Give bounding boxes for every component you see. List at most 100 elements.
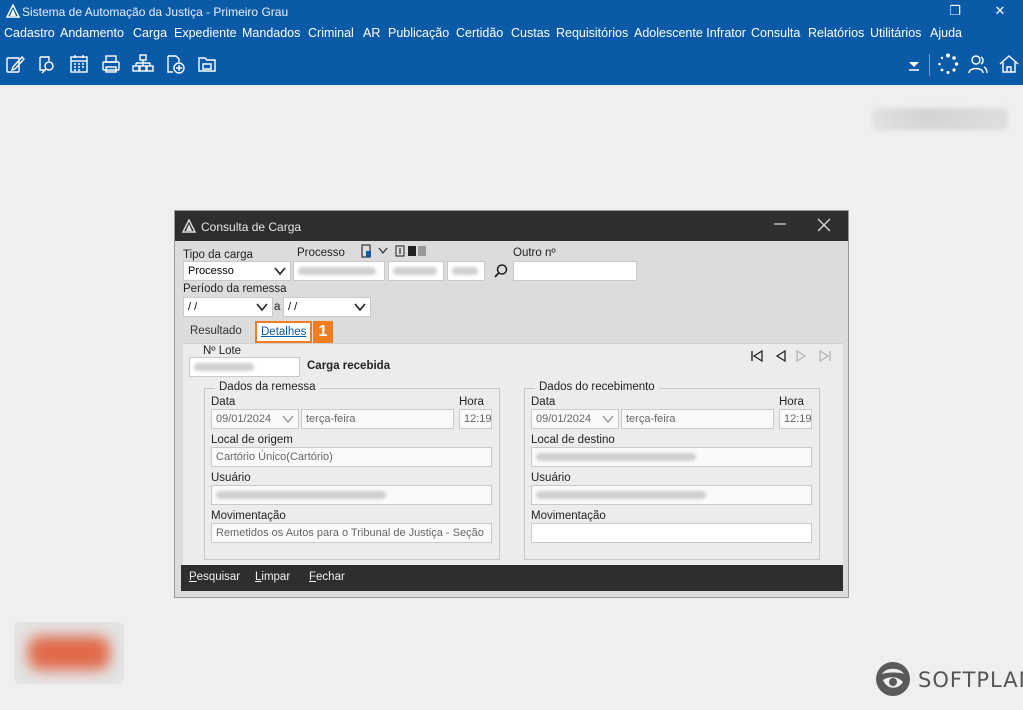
menu-item-ar[interactable]: AR: [363, 26, 380, 40]
app-logo-icon: [6, 4, 20, 18]
local-origem-label: Local de origem: [211, 434, 293, 446]
date-to-field[interactable]: / /: [283, 297, 371, 317]
menu-item-requisitorios[interactable]: Requisitórios: [556, 26, 628, 40]
processo-label: Processo: [297, 247, 345, 259]
menu-item-consulta[interactable]: Consulta: [751, 26, 800, 40]
menu-item-ajuda[interactable]: Ajuda: [930, 26, 962, 40]
recebimento-time-field: 12:19: [779, 409, 812, 429]
remessa-date-value: 09/01/2024: [216, 413, 272, 425]
processo-numero-field[interactable]: [293, 261, 385, 281]
pesquisar-label: esquisar: [196, 571, 241, 583]
remessa-movimentacao-label: Movimentação: [211, 510, 286, 522]
calendar-icon[interactable]: [68, 53, 90, 75]
tab-resultado[interactable]: Resultado: [190, 325, 242, 337]
remessa-date-field[interactable]: 09/01/2024: [211, 409, 299, 429]
processo-digito-field[interactable]: [388, 261, 444, 281]
menu-item-adolescente-infrator[interactable]: Adolescente Infrator: [634, 26, 746, 40]
chevron-down-icon: [282, 415, 294, 424]
local-origem-field: Cartório Único(Cartório): [211, 447, 492, 467]
menu-bar: Cadastro Andamento Carga Expediente Mand…: [0, 24, 1023, 44]
menu-item-carga[interactable]: Carga: [133, 26, 167, 40]
local-origem-value: Cartório Único(Cartório): [216, 451, 333, 463]
printer-icon[interactable]: [100, 53, 122, 75]
dialog-title-bar: Consulta de Carga: [175, 211, 848, 241]
lote-field[interactable]: [189, 357, 300, 377]
tipo-carga-select[interactable]: Processo: [183, 261, 291, 281]
date-from-field[interactable]: / /: [183, 297, 273, 317]
softplan-logo-icon: [876, 662, 910, 696]
recebimento-weekday-field: terça-feira: [621, 409, 774, 429]
outro-numero-field[interactable]: [513, 261, 637, 281]
next-record-icon[interactable]: [794, 349, 808, 363]
remessa-weekday-field: terça-feira: [301, 409, 454, 429]
lote-label: Nº Lote: [203, 345, 242, 357]
remessa-movimentacao-field: Remetidos os Autos para o Tribunal de Ju…: [211, 523, 492, 543]
carga-status: Carga recebida: [307, 360, 391, 372]
detalhes-panel: Nº Lote Carga recebida Dados da remessa …: [183, 343, 843, 565]
folder-icon[interactable]: [196, 53, 218, 75]
dialog-title: Consulta de Carga: [201, 220, 302, 234]
close-dialog-icon[interactable]: [817, 218, 831, 232]
menu-item-cadastro[interactable]: Cadastro: [4, 26, 55, 40]
previous-record-icon[interactable]: [774, 349, 788, 363]
redacted-user-info: [872, 108, 1008, 130]
menu-item-publicacao[interactable]: Publicação: [388, 26, 449, 40]
fechar-button[interactable]: Fechar: [309, 571, 345, 583]
remessa-weekday-value: terça-feira: [306, 413, 356, 425]
tab-detalhes[interactable]: Detalhes: [255, 321, 313, 343]
remessa-title: Dados da remessa: [215, 381, 320, 393]
loading-spinner-icon[interactable]: [937, 53, 959, 75]
pesquisar-mnemonic: P: [189, 571, 197, 583]
first-record-icon[interactable]: [750, 349, 764, 363]
recebimento-hora-label: Hora: [779, 396, 804, 408]
processo-ano-field[interactable]: [447, 261, 485, 281]
restore-window-button[interactable]: ❐: [932, 0, 978, 24]
recebimento-usuario-field: [531, 485, 812, 505]
numbering-format-icon[interactable]: [395, 245, 427, 257]
menu-item-andamento[interactable]: Andamento: [60, 26, 124, 40]
home-icon[interactable]: [998, 53, 1020, 75]
search-icon[interactable]: [493, 263, 509, 279]
remessa-movimentacao-value: Remetidos os Autos para o Tribunal de Ju…: [216, 527, 484, 539]
recebimento-movimentacao-field: [531, 523, 812, 543]
menu-item-expediente[interactable]: Expediente: [174, 26, 237, 40]
limpar-button[interactable]: Limpar: [255, 571, 290, 583]
recebimento-title: Dados do recebimento: [535, 381, 659, 393]
app-title: Sistema de Automação da Justiça - Primei…: [22, 5, 289, 19]
last-record-icon[interactable]: [818, 349, 832, 363]
menu-item-certidao[interactable]: Certidão: [456, 26, 503, 40]
remessa-data-label: Data: [211, 396, 236, 408]
users-icon[interactable]: [967, 53, 989, 75]
chevron-down-icon[interactable]: [378, 247, 388, 255]
remessa-usuario-field: [211, 485, 492, 505]
remessa-time-field: 12:19: [459, 409, 492, 429]
menu-item-custas[interactable]: Custas: [511, 26, 550, 40]
limpar-label: impar: [261, 571, 291, 583]
minimize-icon[interactable]: [773, 217, 787, 231]
remessa-usuario-label: Usuário: [211, 472, 251, 484]
edit-icon[interactable]: [4, 53, 26, 75]
menu-item-relatorios[interactable]: Relatórios: [808, 26, 864, 40]
chevron-down-icon: [256, 303, 268, 312]
toolbar-separator: [929, 54, 930, 76]
redacted-badge-core: [28, 636, 110, 670]
menu-item-utilitarios[interactable]: Utilitários: [870, 26, 921, 40]
search-process-icon[interactable]: [36, 53, 58, 75]
org-chart-icon[interactable]: [132, 53, 154, 75]
close-window-button[interactable]: ✕: [977, 0, 1023, 24]
remessa-time-value: 12:19: [464, 413, 492, 425]
menu-item-criminal[interactable]: Criminal: [308, 26, 354, 40]
recebimento-date-field[interactable]: 09/01/2024: [531, 409, 619, 429]
process-type-icon[interactable]: [361, 244, 373, 258]
add-document-icon[interactable]: [164, 53, 186, 75]
menu-item-mandados[interactable]: Mandados: [242, 26, 300, 40]
toolbar: [0, 44, 1023, 85]
recebimento-movimentacao-label: Movimentação: [531, 510, 606, 522]
dropdown-arrow-icon[interactable]: [903, 53, 925, 75]
pesquisar-button[interactable]: Pesquisar: [189, 571, 240, 583]
date-range-separator: a: [274, 301, 281, 313]
softplan-wordmark: SOFTPLAN: [918, 668, 1023, 692]
chevron-down-icon: [354, 303, 366, 312]
recebimento-usuario-label: Usuário: [531, 472, 571, 484]
date-to-value: / /: [288, 301, 298, 313]
